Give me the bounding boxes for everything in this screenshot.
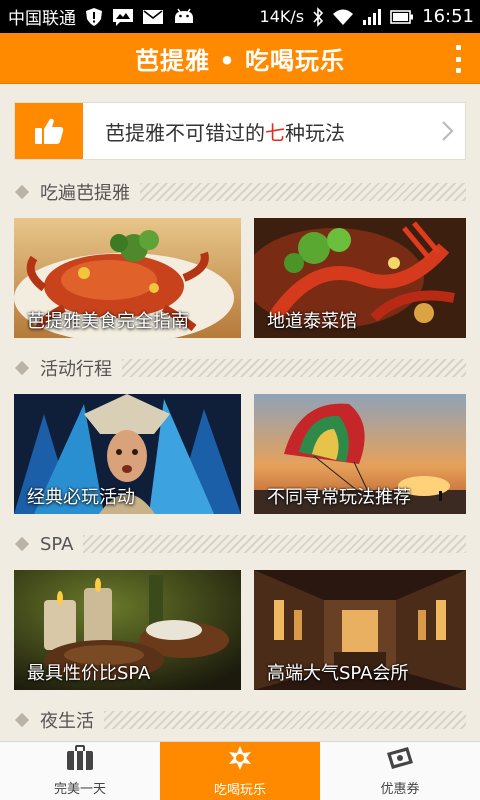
section-title: SPA [40,533,74,555]
section-header-spa: SPA [14,530,466,558]
tile-label: 不同寻常玩法推荐 [267,487,411,508]
battery-icon [390,9,414,25]
tile-label: 高端大气SPA会所 [267,663,409,684]
tab-label: 优惠券 [380,782,420,797]
tab-eat-drink-play[interactable]: 吃喝玩乐 [160,742,320,800]
status-bar: 中国联通 14K/s 16:51 [0,0,480,33]
banner-text-after: 种玩法 [285,120,345,145]
bluetooth-icon [312,6,324,27]
signal-icon [362,8,382,26]
section-divider [140,183,466,201]
section-title: 活动行程 [40,359,112,380]
tile-value-spa[interactable]: 最具性价比SPA [14,570,241,690]
tile-label: 经典必玩活动 [27,487,135,508]
wifi-icon [332,8,354,26]
tile-unusual-activities[interactable]: 不同寻常玩法推荐 [254,394,466,514]
tab-label: 完美一天 [53,782,106,797]
seven-ways-banner[interactable]: 芭提雅不可错过的七种玩法 [14,102,466,160]
clock: 16:51 [422,6,474,27]
carrier-label: 中国联通 [8,9,76,29]
more-vertical-icon[interactable] [450,43,466,75]
tile-label: 最具性价比SPA [27,663,151,684]
banner-text-before: 芭提雅不可错过的 [105,120,265,145]
tile-label: 地道泰菜馆 [267,311,357,332]
page-title: 芭提雅 • 吃喝玩乐 [134,46,346,75]
section-header-nightlife: 夜生活 [14,706,466,734]
banner-text-highlight: 七 [265,120,285,145]
image-message-icon [112,7,134,27]
diamond-bullet-icon [14,360,30,376]
party-icon [225,744,255,776]
tile-luxury-spa[interactable]: 高端大气SPA会所 [254,570,466,690]
diamond-bullet-icon [14,184,30,200]
mail-icon [142,8,164,26]
thumbs-up-icon [15,103,83,159]
shield-alert-icon [84,7,104,27]
tab-coupons[interactable]: 优惠券 [320,742,480,800]
net-speed: 14K/s [259,7,305,26]
status-bar-right: 14K/s 16:51 [260,6,474,27]
banner-text: 芭提雅不可错过的七种玩法 [83,117,431,146]
diamond-bullet-icon [14,712,30,728]
chevron-right-icon [431,120,465,142]
coupon-icon [384,745,416,775]
tab-label: 吃喝玩乐 [213,783,266,798]
main-content: 芭提雅不可错过的七种玩法 吃遍芭提雅 芭提雅美食完全指南 地道泰菜馆 活动行程 … [0,84,480,741]
section-title: 夜生活 [40,711,94,732]
section-header-food: 吃遍芭提雅 [14,178,466,206]
section-divider [83,535,466,553]
tile-thai-restaurant[interactable]: 地道泰菜馆 [254,218,466,338]
status-bar-left: 中国联通 [8,4,196,29]
section-divider [122,359,466,377]
section-divider [104,711,466,729]
diamond-bullet-icon [14,536,30,552]
tab-perfect-day[interactable]: 完美一天 [0,742,160,800]
app-header: 芭提雅 • 吃喝玩乐 [0,33,480,84]
bottom-tab-bar: 完美一天 吃喝玩乐 优惠券 [0,741,480,800]
section-header-activities: 活动行程 [14,354,466,382]
tile-food-guide[interactable]: 芭提雅美食完全指南 [14,218,241,338]
tile-classic-activities[interactable]: 经典必玩活动 [14,394,241,514]
luggage-icon [65,745,95,775]
tile-label: 芭提雅美食完全指南 [27,311,189,332]
android-icon [172,8,196,26]
section-title: 吃遍芭提雅 [40,183,130,204]
